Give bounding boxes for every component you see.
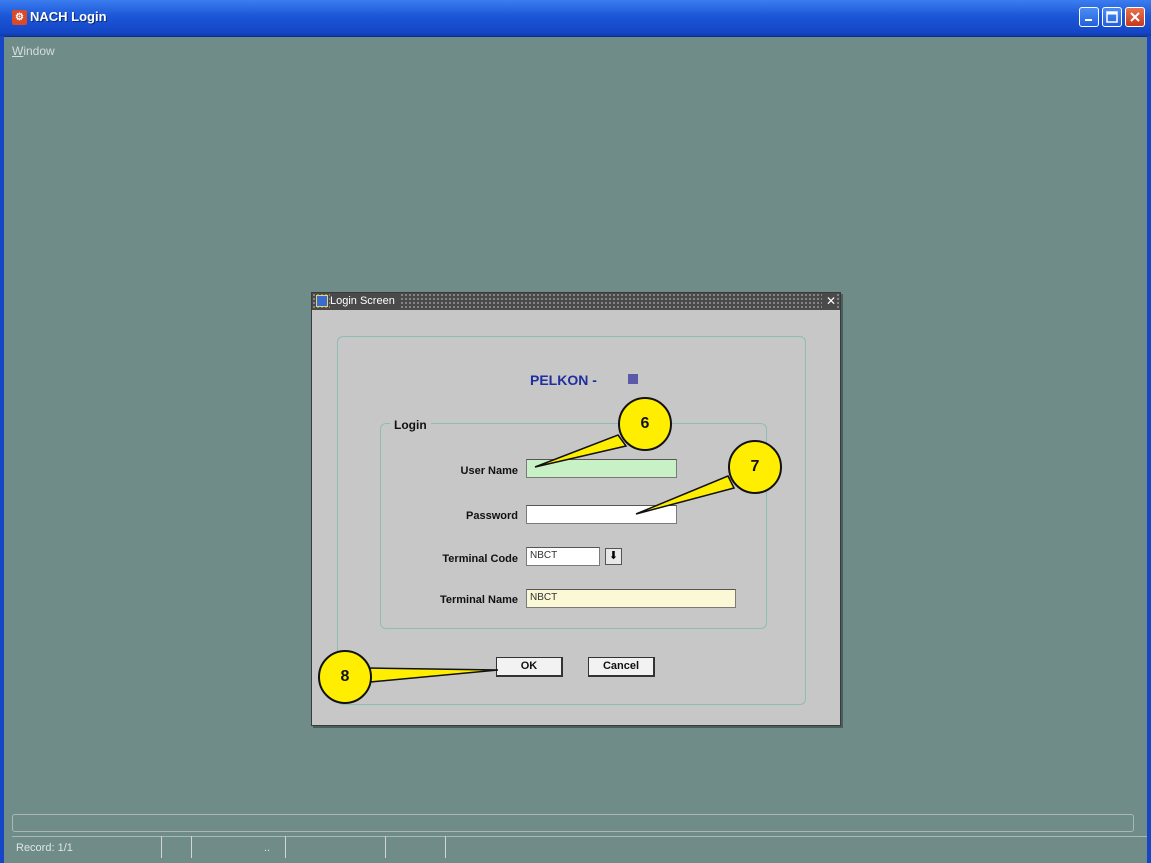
status-cell: [192, 836, 286, 858]
menu-window[interactable]: Window: [12, 44, 55, 58]
minimize-icon: [1085, 19, 1092, 21]
minimize-button[interactable]: [1079, 7, 1099, 27]
brand-title: PELKON -: [530, 372, 597, 388]
status-cell: [286, 836, 386, 858]
password-input[interactable]: [526, 505, 677, 524]
terminal-code-lov-button[interactable]: ⬇: [605, 548, 622, 565]
status-cell: [162, 836, 192, 858]
app-icon: ⚙: [12, 10, 27, 25]
status-cell: [386, 836, 446, 858]
close-icon: [1130, 12, 1140, 22]
menu-window-mnemonic: W: [12, 44, 24, 58]
maximize-icon: [1106, 11, 1118, 23]
menu-window-rest: indow: [23, 44, 55, 58]
status-dots: ..: [264, 842, 271, 854]
callout-8: 8: [318, 650, 372, 704]
dialog-titlebar[interactable]: Login Screen ✕: [312, 293, 840, 310]
terminal-name-field: NBCT: [526, 589, 736, 608]
dialog-title: Login Screen: [330, 294, 399, 309]
terminal-code-label: Terminal Code: [442, 553, 518, 565]
ok-button[interactable]: OK: [496, 657, 563, 677]
terminal-code-input[interactable]: NBCT: [526, 547, 600, 566]
dialog-app-icon: [316, 295, 328, 307]
status-message-line: [12, 814, 1134, 832]
brand-square-icon: [628, 374, 638, 384]
window-titlebar[interactable]: ⚙ NACH Login: [0, 0, 1151, 37]
maximize-button[interactable]: [1102, 7, 1122, 27]
login-group-label: Login: [390, 418, 431, 432]
cancel-button[interactable]: Cancel: [588, 657, 655, 677]
dialog-close-icon[interactable]: ✕: [821, 293, 836, 309]
record-indicator: Record: 1/1: [16, 842, 73, 854]
callout-7: 7: [728, 440, 782, 494]
terminal-name-label: Terminal Name: [439, 594, 518, 606]
password-label: Password: [466, 510, 518, 522]
window-title: NACH Login: [30, 9, 107, 24]
close-window-button[interactable]: [1125, 7, 1145, 27]
user-name-input[interactable]: [526, 459, 677, 478]
user-name-label: User Name: [460, 465, 518, 477]
down-arrow-icon: ⬇: [608, 550, 619, 562]
callout-6: 6: [618, 397, 672, 451]
